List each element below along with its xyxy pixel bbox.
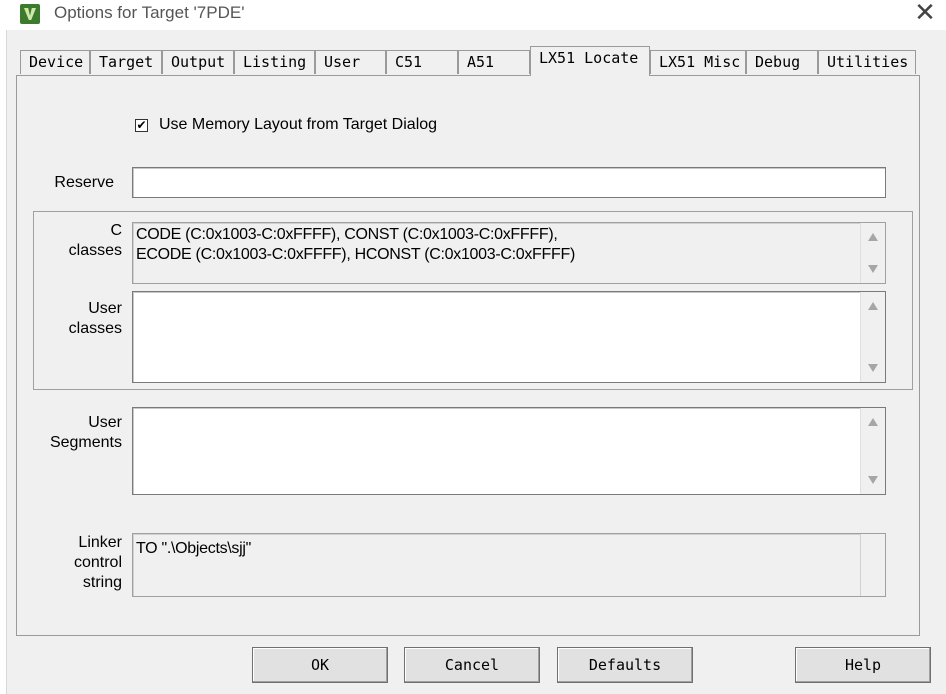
scroll-up-icon[interactable] [868,418,878,426]
scroll-down-icon[interactable] [868,476,878,484]
linker-control-label-line1: Linker [78,534,122,551]
background-window-edge [0,0,7,694]
defaults-button[interactable]: Defaults [557,647,693,683]
tab-user[interactable]: User [315,50,386,74]
scroll-down-icon[interactable] [868,265,878,273]
user-segments-scrollbar[interactable] [860,408,885,494]
c-classes-label-line1: C [110,222,122,239]
user-classes-label: User classes [40,299,122,339]
user-segments-textarea[interactable] [132,407,886,495]
tab-strip: Device Target Output Listing User C51 A5… [16,46,920,76]
user-classes-label-line1: User [88,300,122,317]
linker-control-textarea[interactable]: TO ".\Objects\sjj" [132,533,886,597]
linker-control-label: Linker control string [40,533,122,593]
c-classes-label-line2: classes [68,242,122,259]
scroll-up-icon[interactable] [868,302,878,310]
tab-a51[interactable]: A51 [458,50,530,74]
ok-button[interactable]: OK [252,647,388,683]
tab-output[interactable]: Output [162,50,234,74]
linker-control-label-line3: string [82,574,122,591]
user-classes-scrollbar[interactable] [860,292,885,382]
tab-target[interactable]: Target [90,50,162,74]
c-classes-line1: CODE (C:0x1003-C:0xFFFF), CONST (C:0x100… [136,226,558,243]
linker-control-value: TO ".\Objects\sjj" [136,540,252,557]
keil-uvision-icon [20,4,40,24]
scroll-up-icon[interactable] [868,233,878,241]
c-classes-scrollbar[interactable] [860,223,885,283]
tab-debug[interactable]: Debug [746,50,818,74]
c-classes-label: C classes [40,221,122,261]
tab-utilities[interactable]: Utilities [818,50,916,74]
c-classes-line2: ECODE (C:0x1003-C:0xFFFF), HCONST (C:0x1… [136,246,575,263]
user-classes-label-line2: classes [68,320,122,337]
tab-lx51-locate[interactable]: LX51 Locate [530,46,650,76]
linker-control-scrollbar [860,534,885,596]
reserve-input[interactable] [132,167,886,198]
user-segments-label: User Segments [40,413,122,453]
linker-control-label-line2: control [73,554,122,571]
cancel-button[interactable]: Cancel [404,647,540,683]
user-segments-label-line2: Segments [49,434,122,451]
tab-device[interactable]: Device [20,50,90,74]
tab-lx51-misc[interactable]: LX51 Misc [650,50,746,74]
help-button[interactable]: Help [795,647,931,683]
tab-c51[interactable]: C51 [386,50,458,74]
use-memory-layout-label[interactable]: Use Memory Layout from Target Dialog [159,116,437,134]
scroll-down-icon[interactable] [868,364,878,372]
reserve-label: Reserve [54,174,114,191]
tab-listing[interactable]: Listing [234,50,315,74]
close-icon[interactable]: ✕ [910,0,940,28]
c-classes-textarea[interactable]: CODE (C:0x1003-C:0xFFFF), CONST (C:0x100… [132,222,886,284]
window-title: Options for Target '7PDE' [54,3,245,22]
use-memory-layout-checkbox[interactable]: ✔ [135,119,148,132]
user-segments-label-line1: User [88,414,122,431]
title-bar[interactable]: Options for Target '7PDE' ✕ [6,0,946,30]
user-classes-textarea[interactable] [132,291,886,383]
